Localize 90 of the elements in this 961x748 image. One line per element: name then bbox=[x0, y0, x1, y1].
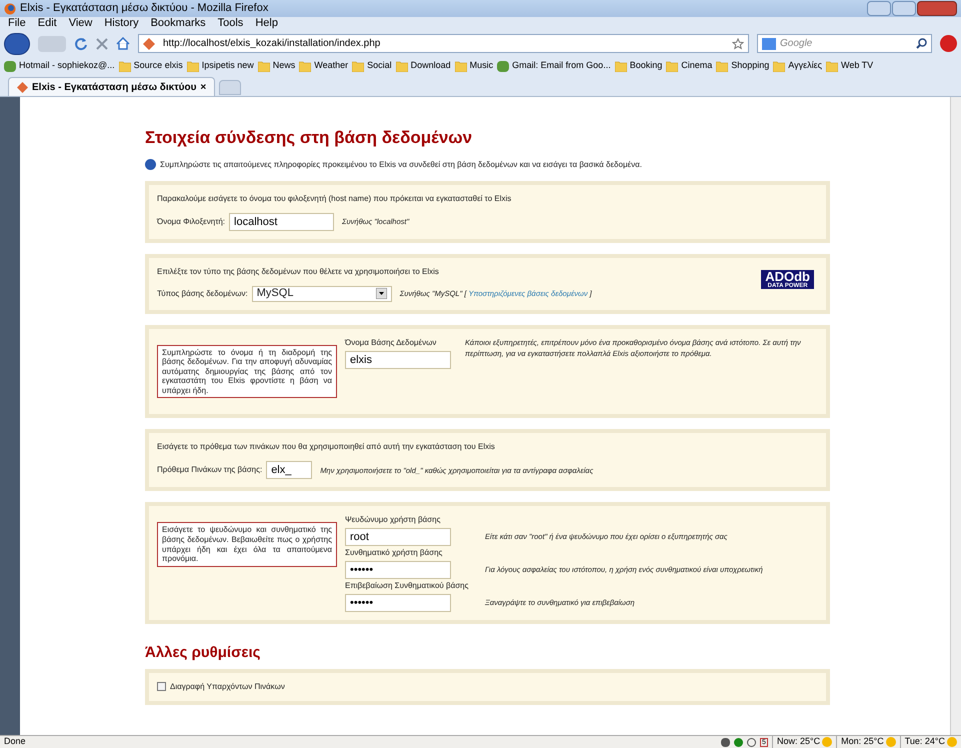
bookmark-item[interactable]: Source elxis bbox=[118, 59, 183, 73]
back-button[interactable] bbox=[4, 32, 30, 54]
input-field[interactable]: •••••• bbox=[345, 594, 451, 612]
checkbox-label: Διαγραφή Υπαρχόντων Πινάκων bbox=[170, 680, 285, 693]
bookmark-item[interactable]: Web TV bbox=[826, 59, 874, 73]
field-label: Όνομα Φιλοξενητή: bbox=[157, 216, 226, 228]
maximize-button[interactable] bbox=[892, 1, 916, 16]
address-bar[interactable]: http://localhost/elxis_kozaki/installation/index.php bbox=[138, 34, 749, 53]
field-label: Όνομα Βάσης Δεδομένων bbox=[345, 336, 438, 348]
sun-icon bbox=[886, 737, 896, 747]
bookmark-item[interactable]: Booking bbox=[614, 59, 662, 73]
search-field[interactable]: Google bbox=[757, 34, 932, 53]
search-icon[interactable] bbox=[916, 38, 927, 49]
menu-item[interactable]: History bbox=[104, 15, 139, 32]
reload-icon[interactable] bbox=[74, 36, 88, 50]
stop-icon[interactable] bbox=[96, 38, 108, 50]
bookmark-item[interactable]: Hotmail - sophiekoz@... bbox=[4, 59, 115, 73]
help-note: Εισάγετε το ψευδώνυμο και συνθηματικό της βάσης δεδομένων. Βεβαιωθείτε πως ο χρήστης υπάρχει ήδη και έχει όλα τα απαιτούμενα προνόμια. bbox=[157, 522, 337, 567]
menu-item[interactable]: Bookmarks bbox=[150, 15, 206, 32]
folder-icon bbox=[666, 60, 678, 72]
bookmark-item[interactable]: Weather bbox=[299, 59, 348, 73]
section-heading: Στοιχεία σύνδεσης στη βάση δεδομένων bbox=[145, 127, 474, 149]
folder-icon bbox=[773, 60, 786, 72]
bookmark-item[interactable]: Music bbox=[454, 59, 494, 73]
bookmark-item[interactable]: Gmail: Email from Goo... bbox=[497, 59, 611, 73]
section-heading: Άλλες ρυθμίσεις bbox=[145, 643, 262, 664]
search-input[interactable]: Google bbox=[780, 36, 912, 51]
site-icon bbox=[17, 82, 28, 92]
folder-icon bbox=[454, 60, 467, 72]
folder-icon bbox=[826, 60, 838, 72]
field-intro: Εισάγετε το πρόθεμα των πινάκων που θα χρησιμοποιηθεί από αυτή την εγκατάσταση του Elxis bbox=[157, 441, 496, 454]
folder-icon bbox=[258, 60, 270, 72]
field-label: Τύπος βάσης δεδομένων: bbox=[157, 288, 248, 300]
site-icon bbox=[4, 60, 16, 72]
weather-text[interactable]: Mon: 25°C bbox=[841, 735, 884, 748]
input-field[interactable]: •••••• bbox=[345, 561, 451, 580]
help-note: Συμπληρώστε το όνομα ή τη διαδρομή της βάσης δεδομένων. Για την αποφυγή αδυναμίας αυτόματης δημιουργίας της βάσης από τον εγκαταστάτη του Elxis φροντίστε η βάση να υπάρχει ήδη. bbox=[157, 344, 337, 398]
input-field[interactable]: elxis bbox=[345, 350, 451, 368]
folder-icon bbox=[614, 60, 627, 72]
menu-item[interactable]: File bbox=[8, 15, 26, 32]
menu-item[interactable]: Help bbox=[255, 15, 278, 32]
menu-item[interactable]: View bbox=[68, 15, 92, 32]
input-field[interactable]: root bbox=[345, 528, 451, 546]
folder-icon bbox=[352, 60, 364, 72]
bookmark-item[interactable]: Social bbox=[352, 59, 392, 73]
weather-text[interactable]: Tue: 24°C bbox=[904, 735, 945, 748]
site-icon bbox=[497, 60, 510, 72]
bookmark-item[interactable]: Shopping bbox=[716, 59, 770, 73]
bookmark-item[interactable]: News bbox=[258, 59, 296, 73]
menu-item[interactable]: Edit bbox=[38, 15, 57, 32]
browser-logo-icon bbox=[4, 2, 16, 14]
sun-icon bbox=[822, 737, 832, 747]
browser-tab[interactable]: Elxis - Εγκατάσταση μέσω δικτύου × bbox=[8, 77, 216, 96]
bookmark-item[interactable]: Download bbox=[396, 59, 451, 73]
url-text: http://localhost/elxis_kozaki/installation/index.php bbox=[163, 37, 380, 51]
field-intro: Επιλέξτε τον τύπο της βάσης δεδομένων που θέλετε να χρησιμοποιήσει το Elxis bbox=[157, 266, 440, 278]
field-label: Πρόθεμα Πινάκων της βάσης: bbox=[157, 464, 262, 476]
bookmark-item[interactable]: Ipsipetis new bbox=[186, 59, 254, 73]
folder-icon bbox=[299, 60, 312, 72]
globe-icon[interactable] bbox=[734, 738, 744, 746]
sun-icon bbox=[947, 737, 957, 747]
input-field[interactable]: localhost bbox=[229, 212, 334, 230]
status-text: Done bbox=[4, 735, 26, 748]
close-button[interactable] bbox=[917, 1, 957, 16]
dropdown[interactable]: MySQL bbox=[252, 286, 392, 302]
folder-icon bbox=[118, 60, 131, 72]
star-icon[interactable] bbox=[732, 38, 744, 50]
bookmark-item[interactable]: Cinema bbox=[666, 59, 712, 73]
home-icon[interactable] bbox=[116, 37, 130, 50]
window-title: Elxis - Εγκατάσταση μέσω δικτύου - Mozilla Firefox bbox=[20, 1, 268, 16]
info-text: Συμπληρώστε τις απαιτούμενες πληροφορίες προκειμένου το Elxis να συνδεθεί στη βάση δεδομένων και να εισάγει τα βασικά δεδομένα. bbox=[160, 158, 642, 170]
minimize-button[interactable] bbox=[867, 1, 891, 16]
field-label: Επιβεβαίωση Συνθηματικού βάσης bbox=[345, 580, 470, 592]
field-intro: Παρακαλούμε εισάγετε το όνομα του φιλοξενητή (host name) που πρόκειται να εγκατασταθεί το Elxis bbox=[157, 192, 512, 204]
folder-icon bbox=[396, 60, 408, 72]
clock-icon[interactable] bbox=[747, 738, 756, 746]
bookmark-item[interactable]: Αγγελίες bbox=[773, 59, 822, 73]
folder-icon bbox=[716, 60, 728, 72]
tab-close-button[interactable]: × bbox=[200, 80, 206, 94]
menu-item[interactable]: Tools bbox=[218, 15, 244, 32]
scrollbar[interactable] bbox=[950, 97, 961, 735]
weather-text[interactable]: Now: 25°C bbox=[776, 735, 820, 748]
checkbox[interactable] bbox=[157, 682, 166, 692]
field-label: Ψευδώνυμο χρήστη βάσης bbox=[345, 514, 442, 526]
field-label: Συνθηματικό χρήστη βάσης bbox=[345, 547, 444, 560]
info-icon bbox=[145, 159, 156, 170]
site-icon bbox=[143, 38, 155, 50]
folder-icon bbox=[186, 60, 199, 72]
dropdown-arrow-icon bbox=[376, 288, 387, 299]
input-field[interactable]: elx_ bbox=[266, 461, 312, 480]
